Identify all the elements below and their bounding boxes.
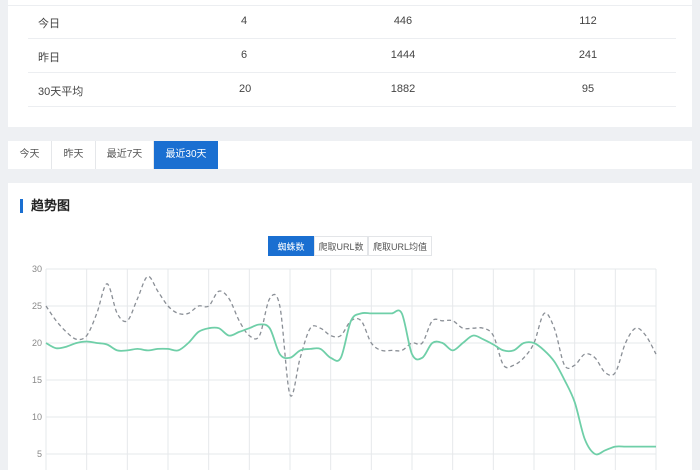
tab-last-30-days[interactable]: 最近30天: [154, 141, 218, 169]
stats-row-30day-avg: 30天平均 20 1882 95: [28, 74, 676, 107]
y-tick-label: 15: [32, 375, 42, 385]
trend-panel: 趋势图 蜘蛛数 爬取URL数 爬取URL均值 5 10 15 20 25 30: [8, 183, 692, 470]
row-value-1: 20: [239, 83, 252, 95]
y-axis-ticks: 5 10 15 20 25 30: [32, 264, 42, 459]
row-value-1: 6: [240, 49, 248, 61]
row-value-2: 446: [393, 15, 413, 27]
row-value-2: 1444: [390, 49, 416, 61]
stats-panel: 今日 4 446 112 昨日 6 1444 241 30天平均 20 1882…: [8, 0, 692, 127]
row-label: 今日: [38, 18, 60, 30]
row-label: 昨日: [38, 52, 60, 64]
y-tick-label: 30: [32, 264, 42, 274]
row-label: 30天平均: [38, 86, 84, 98]
row-value-1: 4: [240, 15, 248, 27]
trend-chart: 5 10 15 20 25 30: [32, 264, 657, 470]
y-tick-label: 5: [37, 449, 42, 459]
row-value-3: 95: [581, 83, 595, 95]
date-range-tabs: 今天 昨天 最近7天 最近30天: [8, 141, 692, 169]
tab-yesterday[interactable]: 昨天: [52, 141, 96, 169]
stats-row-today: 今日 4 446 112: [28, 6, 676, 39]
stats-row-yesterday: 昨日 6 1444 241: [28, 40, 676, 73]
row-value-2: 1882: [390, 83, 416, 95]
row-value-3: 241: [578, 49, 598, 61]
tab-last-7-days[interactable]: 最近7天: [96, 141, 154, 169]
tab-today[interactable]: 今天: [8, 141, 52, 169]
y-tick-label: 20: [32, 338, 42, 348]
row-value-3: 112: [579, 15, 597, 27]
y-tick-label: 10: [32, 412, 42, 422]
series-line-spider-count: [45, 309, 657, 456]
y-tick-label: 25: [32, 301, 42, 311]
